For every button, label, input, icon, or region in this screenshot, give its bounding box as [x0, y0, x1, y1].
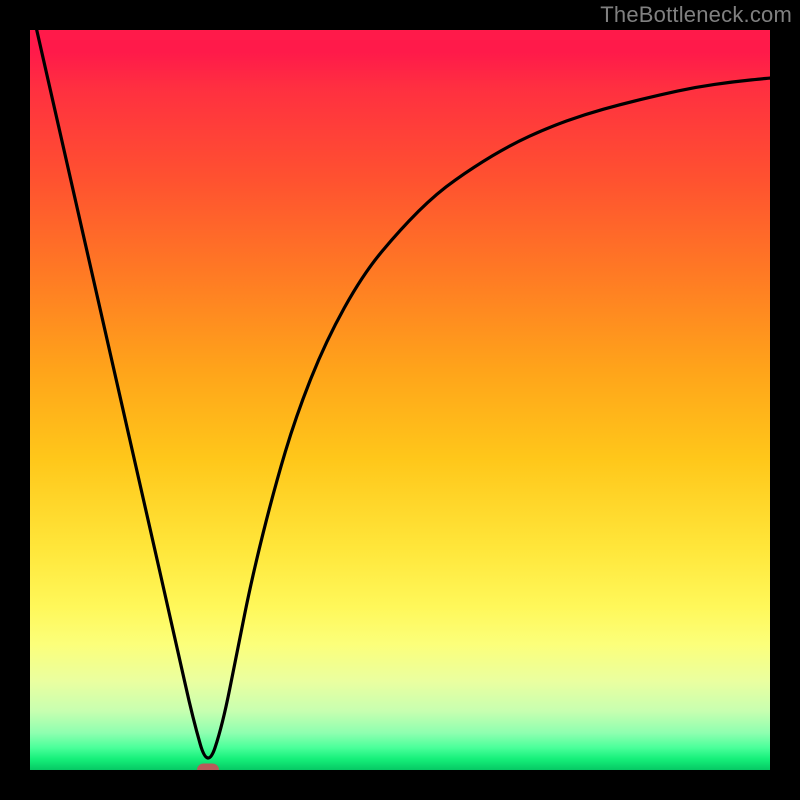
- bottleneck-curve: [30, 30, 770, 770]
- plot-area: [30, 30, 770, 770]
- chart-frame: TheBottleneck.com: [0, 0, 800, 800]
- curve-path: [30, 30, 770, 758]
- watermark-text: TheBottleneck.com: [600, 2, 792, 28]
- optimum-marker: [197, 764, 219, 771]
